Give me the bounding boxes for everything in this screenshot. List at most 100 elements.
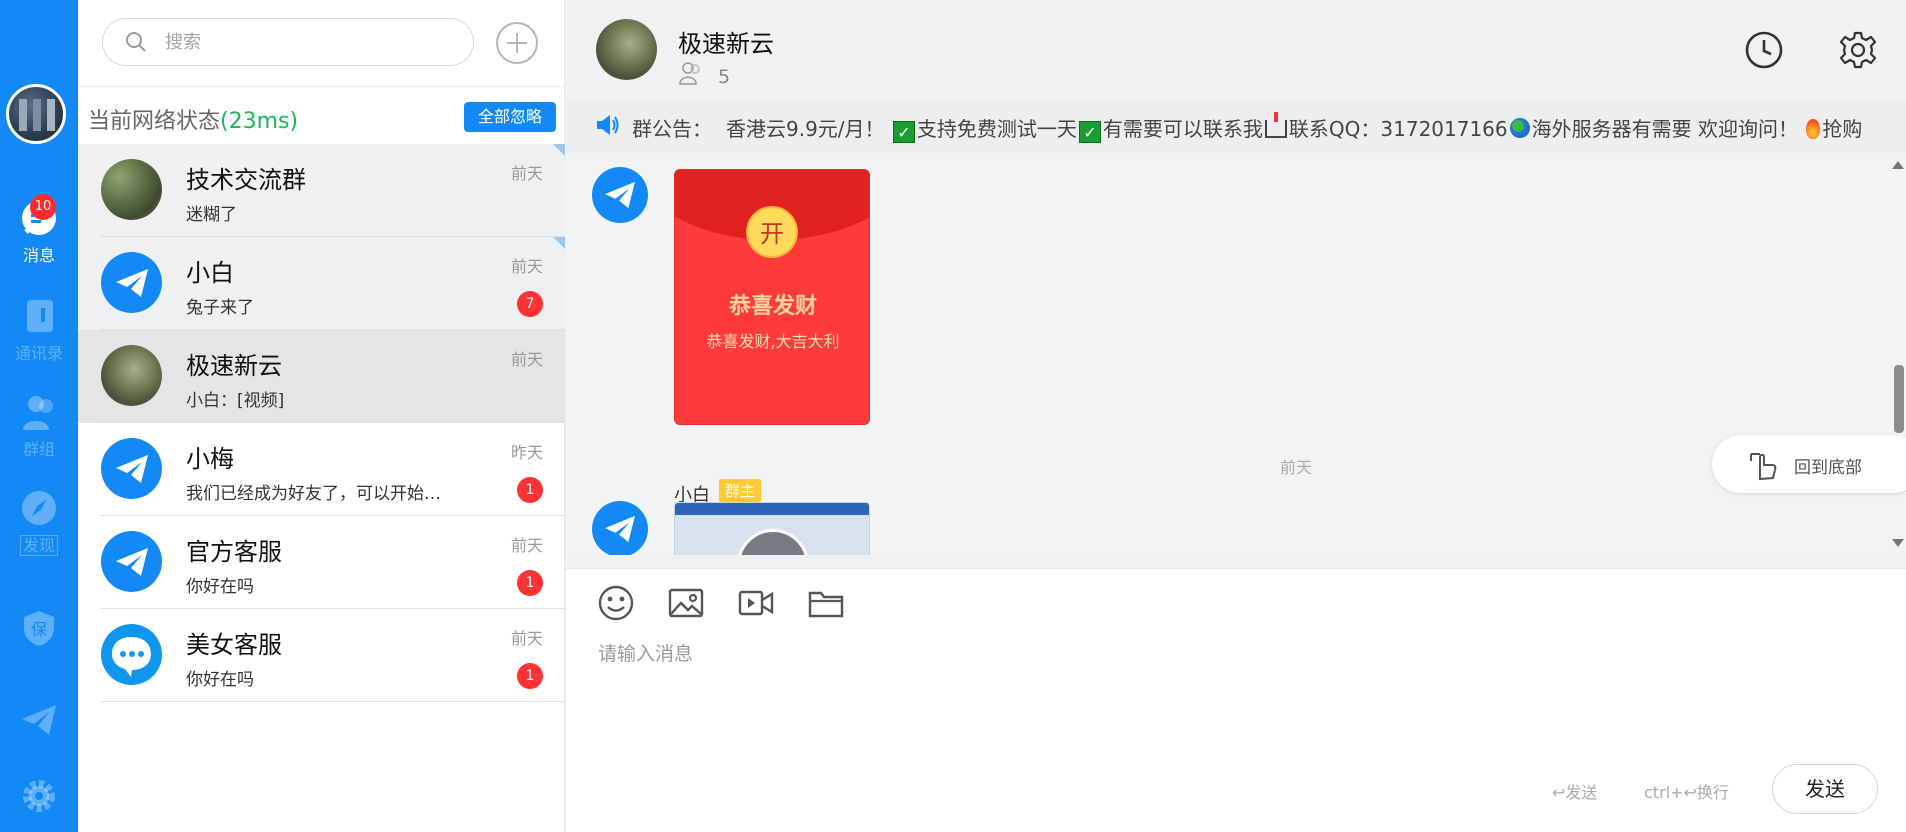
conversation-panel: 当前网络状态(23ms) 全部忽略 技术交流群 迷糊了 前天 小白 兔子来了 前… [78,0,565,832]
nav-discover[interactable]: 发现 [0,488,78,556]
scrollbar-thumb[interactable] [1894,365,1904,433]
app-sidebar: 10 消息 通讯录 群组 发现 保 [0,0,78,832]
members-icon [679,62,700,85]
customer-service-icon [112,637,151,677]
conversation-item-selected[interactable]: 极速新云 小白：[视频] 前天 [78,330,565,423]
conversation-time: 前天 [510,629,543,648]
conversation-item[interactable]: 小白 兔子来了 前天 7 [78,237,565,330]
divider [100,701,565,702]
chat-title: 极速新云 [678,30,774,58]
svg-text:保: 保 [31,620,47,639]
paper-plane-icon [116,455,148,483]
network-status-bar: 当前网络状态(23ms) 全部忽略 [78,86,565,144]
paper-plane-icon [605,181,635,209]
open-red-packet-button[interactable]: 开 [746,206,798,258]
conversation-item[interactable]: 技术交流群 迷糊了 前天 [78,144,565,237]
owner-badge: 群主 [719,479,762,502]
send-button[interactable]: 发送 [1772,764,1878,814]
nav-discover-label: 发现 [19,535,58,556]
history-clock-icon[interactable] [1744,30,1784,70]
conversation-preview: 你好在吗 [186,577,254,597]
video-camera-icon[interactable] [736,583,776,623]
nav-contacts[interactable]: 通讯录 [0,296,78,364]
video-thumb-bar [675,503,869,515]
message-scrollbar[interactable] [1888,153,1906,555]
nav-shield[interactable]: 保 [0,608,78,652]
chat-panel: 极速新云 5 群公告： 香港云9.9元/月！ ✓ 支持免费测试一天 ✓ 有需要可以联系… [566,0,1906,832]
paper-plane-icon [605,515,635,543]
back-to-bottom-label: 回到底部 [1794,458,1862,478]
conversation-preview: 我们已经成为好友了，可以开始聊天了 [186,484,446,504]
conversation-name: 美女客服 [186,631,282,659]
conversation-item[interactable]: 小梅 我们已经成为好友了，可以开始聊天了 昨天 1 [78,423,565,516]
conversation-name: 极速新云 [186,352,282,380]
back-to-bottom-button[interactable]: 回到底部 [1712,435,1906,493]
scroll-down-arrow-icon[interactable] [1892,539,1904,547]
shield-icon: 保 [24,611,54,646]
gear-icon[interactable] [1838,30,1878,70]
emoji-icon[interactable] [596,583,636,623]
notice-part: 海外服务器有需要 欢迎询问！ [1531,117,1798,141]
compass-icon [22,491,56,525]
conversation-time: 前天 [510,350,543,369]
notice-part: 香港云9.9元/月！ [726,117,885,141]
unread-badge: 10 [30,194,56,220]
avatar [101,159,162,220]
sender-avatar[interactable] [592,167,648,223]
folder-icon[interactable] [806,583,846,623]
ignore-all-button[interactable]: 全部忽略 [464,102,556,132]
nav-messages[interactable]: 10 消息 [0,194,78,266]
conversation-time: 前天 [510,536,543,555]
network-status: 当前网络状态(23ms) [88,103,298,135]
conversation-item[interactable]: 官方客服 你好在吗 前天 1 [78,516,565,609]
conversation-item[interactable]: 美女客服 你好在吗 前天 1 [78,609,565,702]
check-mark-icon: ✓ [1078,121,1101,143]
nav-settings[interactable] [0,776,78,820]
paper-plane-icon [116,548,148,576]
add-button[interactable] [496,22,538,64]
member-count: 5 [718,66,731,88]
play-icon[interactable] [737,529,809,555]
conversation-preview: 你好在吗 [186,670,254,690]
group-avatar[interactable] [596,19,657,80]
nav-contacts-label: 通讯录 [14,344,63,363]
unread-badge: 1 [517,570,543,596]
search-box[interactable] [102,18,474,66]
conversation-time: 昨天 [510,443,543,462]
newline-shortcut-hint: ctrl+↩换行 [1644,783,1729,802]
group-icon [23,396,53,430]
conversation-time: 前天 [510,164,543,183]
notice-part: 抢购 [1822,117,1863,141]
scroll-up-arrow-icon[interactable] [1892,161,1904,169]
conversation-name: 官方客服 [186,538,282,566]
video-message[interactable] [674,502,870,555]
time-divider: 前天 [1279,458,1312,477]
red-packet-card[interactable]: 开 恭喜发财 恭喜发财,大吉大利 [674,169,870,425]
message-input[interactable] [598,639,1868,759]
network-status-label: 当前网络状态 [88,109,221,134]
nav-groups[interactable]: 群组 [0,392,78,460]
conversation-preview: 迷糊了 [186,205,237,225]
check-mark-icon: ✓ [892,121,915,143]
red-packet-title: 恭喜发财 [728,294,817,319]
sender-avatar[interactable] [592,501,648,555]
message-list: 开 恭喜发财 恭喜发财,大吉大利 前天 小白 群主 回到底部 [566,153,1906,555]
nav-telegram[interactable] [0,700,78,744]
pointing-hand-icon [1750,453,1777,481]
avatar [101,438,162,499]
image-icon[interactable] [666,583,706,623]
nav-messages-label: 消息 [22,246,55,265]
avatar [101,531,162,592]
unread-badge: 1 [517,477,543,503]
avatar [101,252,162,313]
gear-icon [23,780,55,812]
red-packet-subtitle: 恭喜发财,大吉大利 [706,332,840,351]
user-avatar[interactable] [6,84,66,144]
conversation-preview: 兔子来了 [186,298,254,318]
conversation-time: 前天 [510,257,543,276]
notice-part: 支持免费测试一天 [916,117,1077,141]
network-latency: (23ms) [220,109,299,134]
search-input[interactable] [165,27,455,57]
notice-text: 香港云9.9元/月！ ✓ 支持免费测试一天 ✓ 有需要可以联系我 联系QQ：317201… [726,112,1863,143]
megaphone-icon [597,115,619,135]
